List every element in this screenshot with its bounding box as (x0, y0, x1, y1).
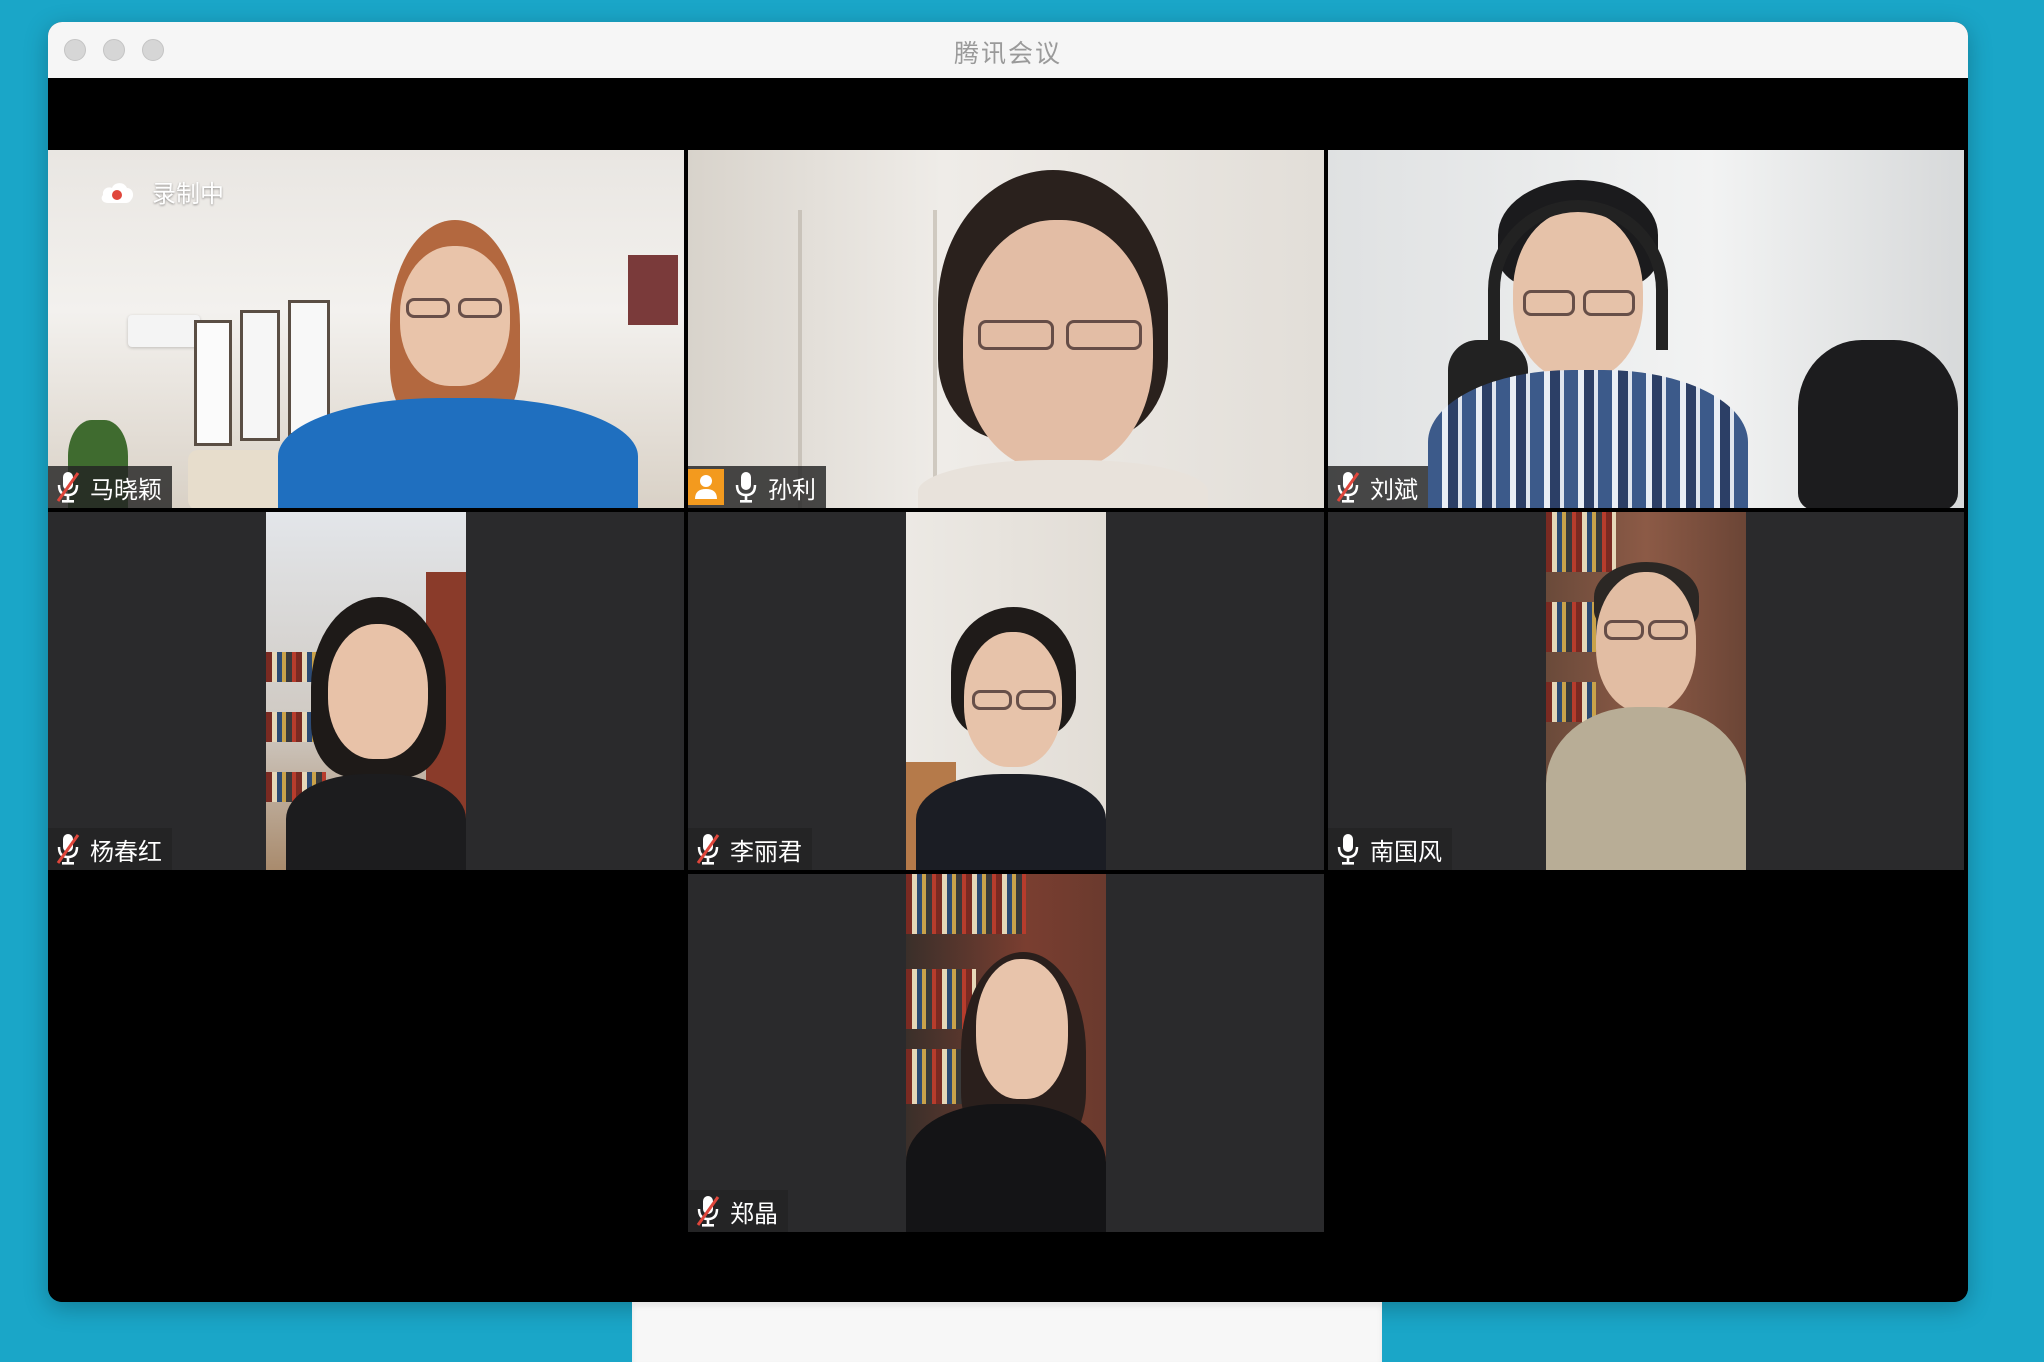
participant-name: 孙利 (768, 475, 816, 504)
participant-name: 郑晶 (730, 1199, 778, 1228)
mic-muted-icon (696, 1196, 720, 1227)
mic-muted-icon (1336, 472, 1360, 503)
recording-label: 录制中 (152, 180, 224, 208)
mic-muted-icon (56, 472, 80, 503)
recording-indicator[interactable]: 录制中 (100, 174, 224, 209)
participant-tile[interactable]: 刘斌 (1328, 150, 1964, 508)
participant-name-bar: 杨春红 (48, 828, 172, 870)
cloud-record-icon (101, 182, 134, 203)
monitor-stand (632, 1302, 1382, 1362)
window-title: 腾讯会议 (953, 39, 1062, 68)
participant-video (1328, 150, 1964, 508)
participant-name-bar: 孙利 (688, 466, 826, 508)
participant-name-bar: 郑晶 (688, 1190, 788, 1232)
participant-tile[interactable]: 南国风 (1328, 512, 1964, 870)
participant-tile[interactable]: 李丽君 (688, 512, 1324, 870)
participant-tile[interactable]: 杨春红 (48, 512, 684, 870)
participant-name-bar: 马晓颖 (48, 466, 172, 508)
participant-name: 南国风 (1370, 837, 1442, 866)
title-bar: 腾讯会议 (48, 22, 1968, 79)
participant-tile[interactable]: 孙利 (688, 150, 1324, 508)
participant-name: 李丽君 (730, 837, 802, 866)
mic-muted-icon (696, 834, 720, 865)
mic-icon (1337, 834, 1359, 865)
participant-video (266, 512, 466, 870)
participant-tile[interactable]: 录制中 马晓颖 (48, 150, 684, 508)
meeting-window: 腾讯会议 录制中 马晓颖 孙利 刘斌 杨春红 李丽君 南国风 郑晶 (48, 22, 1968, 1302)
participant-name: 杨春红 (90, 837, 162, 866)
participant-name-bar: 南国风 (1328, 828, 1452, 870)
participant-video (688, 150, 1324, 508)
participant-video (906, 874, 1106, 1232)
mic-muted-icon (56, 834, 80, 865)
participant-name: 马晓颖 (90, 475, 162, 504)
participant-name-bar: 刘斌 (1328, 466, 1428, 508)
participant-video (1546, 512, 1746, 870)
participant-tile[interactable]: 郑晶 (688, 874, 1324, 1232)
video-grid: 录制中 马晓颖 孙利 刘斌 杨春红 李丽君 南国风 郑晶 (48, 78, 1968, 1302)
participant-video (906, 512, 1106, 870)
mic-icon (735, 472, 757, 503)
host-badge (688, 469, 724, 505)
participant-name: 刘斌 (1370, 475, 1418, 504)
host-person-icon (695, 475, 717, 499)
participant-name-bar: 李丽君 (688, 828, 812, 870)
